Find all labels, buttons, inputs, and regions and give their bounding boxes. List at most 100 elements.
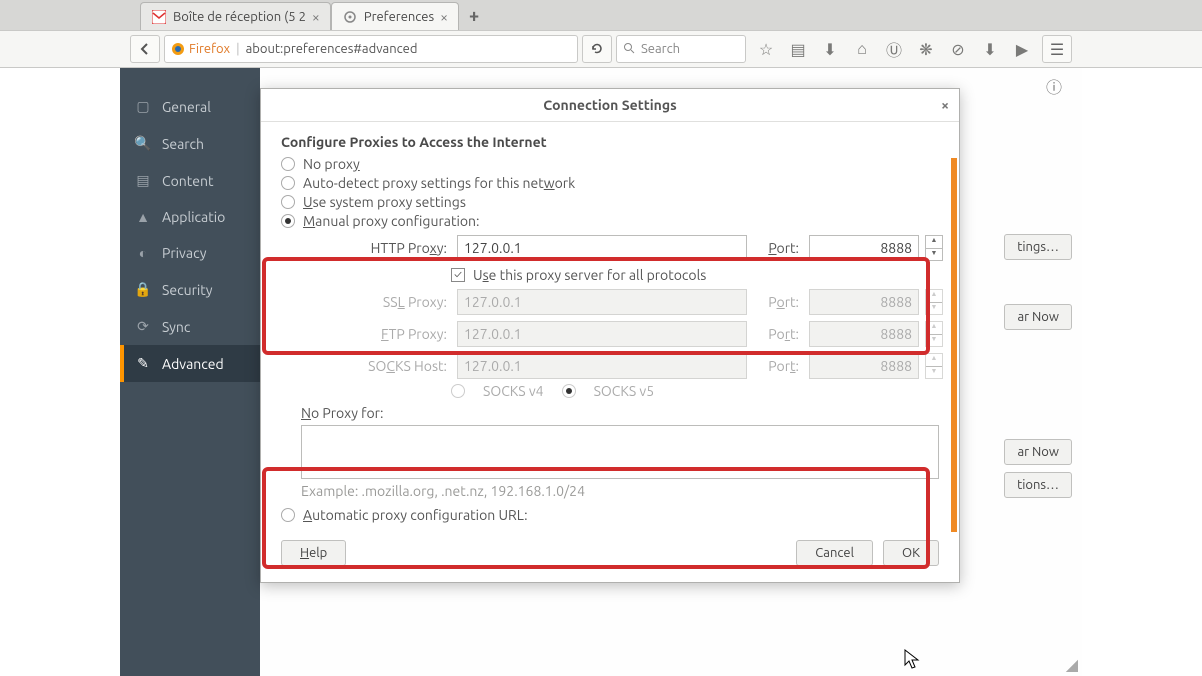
rocket-icon: ▲ (134, 209, 152, 225)
radio-icon (451, 384, 465, 398)
tab-label: Preferences (364, 10, 434, 24)
dialog-title-bar: Connection Settings × (261, 89, 959, 122)
radio-icon[interactable] (281, 157, 295, 171)
ublock-icon[interactable]: Ⓤ (884, 37, 904, 61)
wand-icon: ✎ (134, 355, 152, 372)
close-icon[interactable]: × (440, 9, 448, 25)
section-heading: Configure Proxies to Access the Internet (281, 134, 939, 150)
search-bar[interactable]: Search (616, 35, 746, 63)
mask-icon: ◐ (134, 245, 152, 261)
no-proxy-label: No Proxy for: (301, 405, 939, 421)
radio-icon[interactable] (281, 176, 295, 190)
radio-icon[interactable] (281, 214, 295, 228)
sidebar-item-security[interactable]: 🔒Security (120, 271, 260, 308)
home-icon[interactable]: ⌂ (852, 40, 872, 59)
tab-bar: Boîte de réception (5 2 × Preferences × … (0, 0, 1202, 30)
http-port-input[interactable] (809, 235, 919, 261)
new-tab-button[interactable]: + (459, 2, 489, 30)
help-button[interactable]: Help (281, 540, 346, 566)
radio-use-system[interactable]: Use system proxy settings (281, 194, 939, 210)
dialog-body: Configure Proxies to Access the Internet… (261, 122, 959, 532)
paw-icon[interactable]: ❋ (916, 40, 936, 59)
download-icon[interactable]: ⬇ (820, 40, 840, 59)
use-all-protocols-row[interactable]: ✓ Use this proxy server for all protocol… (451, 267, 939, 283)
chevron-up-icon: ▲ (926, 236, 942, 248)
sidebar-item-search[interactable]: 🔍Search (120, 125, 260, 162)
no-proxy-example: Example: .mozilla.org, .net.nz, 192.168.… (301, 483, 939, 499)
help-icon[interactable]: ⓘ (1046, 74, 1062, 98)
toolbar-icons: ☆ ▤ ⬇ ⌂ Ⓤ ❋ ⊘ ⬇ ▶ (750, 37, 1038, 61)
bg-exceptions-button[interactable]: tions… (1004, 472, 1072, 498)
back-button[interactable] (130, 35, 160, 63)
proxy-form: HTTP Proxy: Port: ▲▼ (301, 235, 939, 261)
close-icon[interactable]: × (312, 9, 320, 25)
sidebar-item-sync[interactable]: ⟳Sync (120, 308, 260, 345)
cancel-button[interactable]: Cancel (796, 540, 873, 566)
tab-gmail[interactable]: Boîte de réception (5 2 × (140, 2, 331, 30)
port-spinner: ▲▼ (925, 321, 943, 347)
no-proxy-textarea[interactable] (301, 425, 939, 479)
content-icon: ▤ (134, 172, 152, 189)
tab-preferences[interactable]: Preferences × (331, 2, 459, 30)
http-proxy-label: HTTP Proxy: (301, 240, 451, 256)
radio-icon[interactable] (281, 195, 295, 209)
mouse-cursor-icon (904, 649, 922, 671)
ssl-proxy-label: SSL Proxy: (301, 294, 451, 310)
port-label: Port: (753, 294, 803, 310)
ftp-port-input (809, 321, 919, 347)
sidebar-item-privacy[interactable]: ◐Privacy (120, 235, 260, 271)
list-icon[interactable]: ▤ (788, 40, 808, 59)
port-label: Port: (753, 326, 803, 342)
chevron-down-icon: ▼ (926, 248, 942, 261)
scroll-indicator[interactable] (951, 158, 957, 532)
bookmark-icon[interactable]: ☆ (756, 40, 776, 59)
search-icon (623, 42, 635, 57)
firefox-icon: Firefox (171, 42, 230, 56)
gmail-icon (151, 9, 167, 25)
adblock-icon[interactable]: ⊘ (948, 40, 968, 59)
url-bar[interactable]: Firefox | about:preferences#advanced (164, 35, 578, 63)
prefs-sidebar: ▢General 🔍Search ▤Content ▲Applicatio ◐P… (120, 68, 260, 676)
youtube-icon[interactable]: ▶ (1012, 40, 1032, 59)
sync-icon: ⟳ (134, 318, 152, 335)
http-proxy-input[interactable] (457, 235, 747, 261)
ftp-proxy-label: FTP Proxy: (301, 326, 451, 342)
socks-host-label: SOCKS Host: (301, 358, 451, 374)
port-spinner: ▲▼ (925, 289, 943, 315)
download2-icon[interactable]: ⬇ (980, 40, 1000, 59)
bg-clearnow-button[interactable]: ar Now (1004, 304, 1072, 330)
general-icon: ▢ (134, 98, 152, 115)
tab-label: Boîte de réception (5 2 (173, 10, 306, 24)
radio-icon (562, 384, 576, 398)
connection-settings-dialog: Connection Settings × Configure Proxies … (260, 88, 960, 583)
radio-icon[interactable] (281, 508, 295, 522)
menu-button[interactable]: ☰ (1042, 35, 1072, 63)
radio-auto-url[interactable]: Automatic proxy configuration URL: (281, 507, 939, 523)
socks-host-input (457, 353, 747, 379)
proxy-form-disabled: SSL Proxy: Port: ▲▼ FTP Proxy: Port: ▲▼ … (301, 289, 939, 379)
sidebar-item-general[interactable]: ▢General (120, 88, 260, 125)
radio-auto-detect[interactable]: Auto-detect proxy settings for this netw… (281, 175, 939, 191)
dialog-footer: Help Cancel OK (261, 532, 959, 582)
radio-manual[interactable]: Manual proxy configuration: (281, 213, 939, 229)
sidebar-item-content[interactable]: ▤Content (120, 162, 260, 199)
port-spinner[interactable]: ▲▼ (925, 235, 943, 261)
ok-button[interactable]: OK (883, 540, 939, 566)
socks-version-row: SOCKS v4 SOCKS v5 (451, 383, 939, 399)
bg-settings-button[interactable]: tings… (1004, 234, 1072, 260)
checkbox-icon[interactable]: ✓ (451, 268, 465, 282)
lock-icon: 🔒 (134, 281, 152, 298)
close-icon[interactable]: × (941, 97, 949, 113)
radio-no-proxy[interactable]: No proxy (281, 156, 939, 172)
gear-icon (342, 9, 358, 25)
reload-button[interactable] (582, 35, 612, 63)
sidebar-item-advanced[interactable]: ✎Advanced (120, 345, 260, 382)
port-spinner: ▲▼ (925, 353, 943, 379)
resize-grip-icon[interactable]: ◢ (1066, 655, 1078, 674)
dialog-title: Connection Settings (543, 97, 676, 113)
sidebar-item-applications[interactable]: ▲Applicatio (120, 199, 260, 235)
bg-clearnow2-button[interactable]: ar Now (1004, 439, 1072, 465)
ftp-proxy-input (457, 321, 747, 347)
search-icon: 🔍 (134, 135, 152, 152)
port-label: Port: (753, 358, 803, 374)
